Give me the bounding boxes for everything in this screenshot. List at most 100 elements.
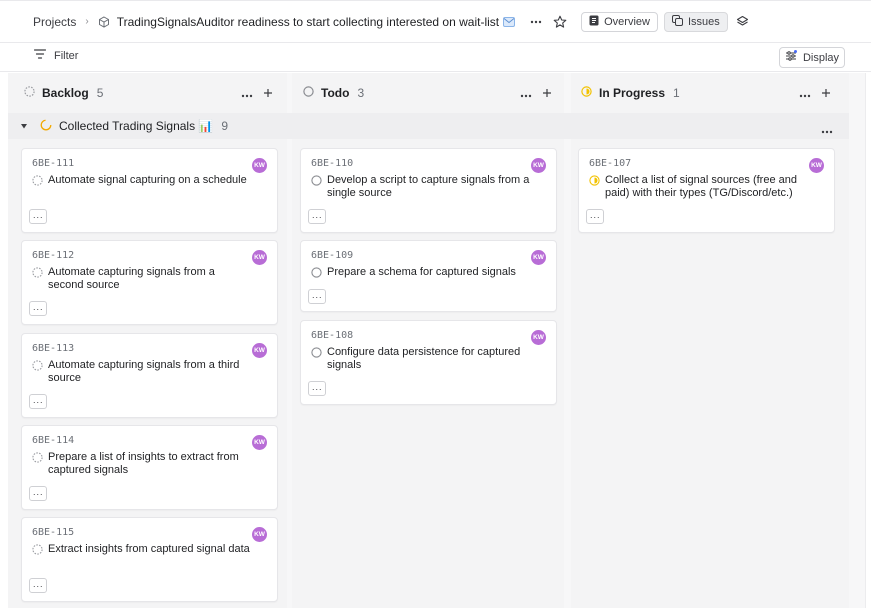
avatar[interactable]: KW — [252, 158, 267, 173]
issue-card[interactable]: 6BE-115 KW Extract insights from capture… — [21, 517, 278, 602]
avatar[interactable]: KW — [809, 158, 824, 173]
avatar[interactable]: KW — [531, 158, 546, 173]
backlog-status-icon[interactable] — [32, 360, 43, 371]
mail-icon — [503, 16, 516, 27]
more-horizontal-icon: ··· — [32, 211, 44, 222]
issue-title: Extract insights from captured signal da… — [48, 543, 250, 555]
plus-icon[interactable] — [821, 87, 831, 101]
display-label: Display — [802, 51, 840, 64]
filter-button[interactable]: Filter — [33, 49, 79, 62]
backlog-status-icon[interactable] — [32, 267, 43, 278]
issue-title: Automate capturing signals from a second… — [48, 266, 215, 291]
card-more-button[interactable]: ··· — [29, 394, 47, 409]
issue-id: 6BE-108 — [311, 330, 354, 341]
issue-title: Prepare a list of insights to extract fr… — [48, 451, 239, 476]
more-horizontal-icon: ··· — [32, 396, 44, 407]
card-more-button[interactable]: ··· — [308, 381, 326, 396]
star-icon[interactable] — [549, 11, 571, 33]
issue-id: 6BE-114 — [32, 435, 75, 446]
card-more-button[interactable]: ··· — [29, 209, 47, 224]
top-bar: Projects › TradingSignalsAuditor readine… — [0, 0, 871, 42]
issue-card[interactable]: 6BE-107 KW Collect a list of signal sour… — [578, 148, 835, 233]
backlog-status-icon[interactable] — [32, 544, 43, 555]
more-horizontal-icon[interactable] — [241, 87, 253, 101]
group-count: 9 — [221, 119, 229, 133]
kanban-board: Backlog 5 Todo 3 In Progress 1 Collected… — [8, 73, 865, 608]
column-actions-in-progress — [799, 87, 831, 101]
breadcrumb-projects[interactable]: Projects — [33, 15, 76, 29]
issue-title: Develop a script to capture signals from… — [327, 174, 530, 199]
filter-icon — [33, 49, 47, 62]
todo-status-icon[interactable] — [311, 347, 322, 358]
backlog-status-icon — [24, 86, 35, 100]
issue-card[interactable]: 6BE-110 KW Develop a script to capture s… — [300, 148, 557, 233]
more-horizontal-icon[interactable] — [520, 87, 532, 101]
more-horizontal-icon[interactable] — [525, 11, 547, 33]
todo-status-icon[interactable] — [311, 175, 322, 186]
issue-title: Automate signal capturing on a schedule — [48, 174, 247, 186]
avatar[interactable]: KW — [252, 343, 267, 358]
issue-card[interactable]: 6BE-108 KW Configure data persistence fo… — [300, 320, 557, 405]
issue-card[interactable]: 6BE-109 KW Prepare a schema for captured… — [300, 240, 557, 312]
more-horizontal-icon: ··· — [32, 488, 44, 499]
issue-id: 6BE-107 — [589, 158, 632, 169]
column-count: 3 — [357, 86, 365, 100]
issue-id: 6BE-115 — [32, 527, 75, 538]
backlog-status-icon[interactable] — [32, 175, 43, 186]
project-title[interactable]: TradingSignalsAuditor readiness to start… — [117, 15, 499, 29]
column-count: 5 — [96, 86, 104, 100]
document-icon — [589, 15, 599, 29]
issue-id: 6BE-111 — [32, 158, 75, 169]
more-horizontal-icon[interactable] — [799, 87, 811, 101]
card-more-button[interactable]: ··· — [308, 209, 326, 224]
avatar[interactable]: KW — [531, 330, 546, 345]
overview-button[interactable]: Overview — [581, 11, 658, 32]
display-button[interactable]: Display — [779, 47, 845, 68]
issues-label: Issues — [687, 15, 720, 28]
issue-card[interactable]: 6BE-114 KW Prepare a list of insights to… — [21, 425, 278, 510]
issue-card[interactable]: 6BE-111 KW Automate signal capturing on … — [21, 148, 278, 233]
collapse-triangle-icon[interactable] — [20, 119, 28, 133]
backlog-status-icon[interactable] — [32, 452, 43, 463]
overview-label: Overview — [604, 15, 650, 28]
column-header-backlog: Backlog 5 — [24, 81, 103, 105]
right-edge-panel — [865, 73, 871, 608]
more-horizontal-icon[interactable] — [821, 123, 833, 137]
more-horizontal-icon: ··· — [311, 211, 323, 222]
issue-card[interactable]: 6BE-112 KW Automate capturing signals fr… — [21, 240, 278, 325]
avatar[interactable]: KW — [252, 435, 267, 450]
card-more-button[interactable]: ··· — [308, 289, 326, 304]
column-actions-todo — [520, 87, 552, 101]
cube-icon — [98, 15, 112, 29]
card-more-button[interactable]: ··· — [29, 578, 47, 593]
issues-icon — [671, 14, 683, 29]
issue-id: 6BE-109 — [311, 250, 354, 261]
todo-status-icon — [303, 86, 314, 100]
filter-bar: Filter Display — [0, 42, 871, 72]
issue-title: Collect a list of signal sources (free a… — [605, 174, 797, 199]
display-icon — [785, 50, 798, 65]
in-progress-status-icon — [581, 86, 592, 100]
in-progress-status-icon[interactable] — [589, 175, 600, 186]
issue-id: 6BE-110 — [311, 158, 354, 169]
card-more-button[interactable]: ··· — [586, 209, 604, 224]
avatar[interactable]: KW — [531, 250, 546, 265]
plus-icon[interactable] — [542, 87, 552, 101]
column-header-todo: Todo 3 — [303, 81, 364, 105]
avatar[interactable]: KW — [252, 527, 267, 542]
filter-label: Filter — [54, 49, 79, 62]
more-horizontal-icon: ··· — [311, 291, 323, 302]
more-horizontal-icon: ··· — [32, 303, 44, 314]
plus-icon[interactable] — [263, 87, 273, 101]
todo-status-icon[interactable] — [311, 267, 322, 278]
issues-button[interactable]: Issues — [663, 11, 728, 32]
more-horizontal-icon: ··· — [589, 211, 601, 222]
group-row-collected-trading-signals[interactable]: Collected Trading Signals 📊 9 — [8, 113, 849, 139]
avatar[interactable]: KW — [252, 250, 267, 265]
layers-icon[interactable] — [732, 11, 754, 33]
column-title: In Progress — [599, 86, 666, 100]
issue-title: Prepare a schema for captured signals — [327, 266, 516, 278]
card-more-button[interactable]: ··· — [29, 486, 47, 501]
card-more-button[interactable]: ··· — [29, 301, 47, 316]
issue-card[interactable]: 6BE-113 KW Automate capturing signals fr… — [21, 333, 278, 418]
